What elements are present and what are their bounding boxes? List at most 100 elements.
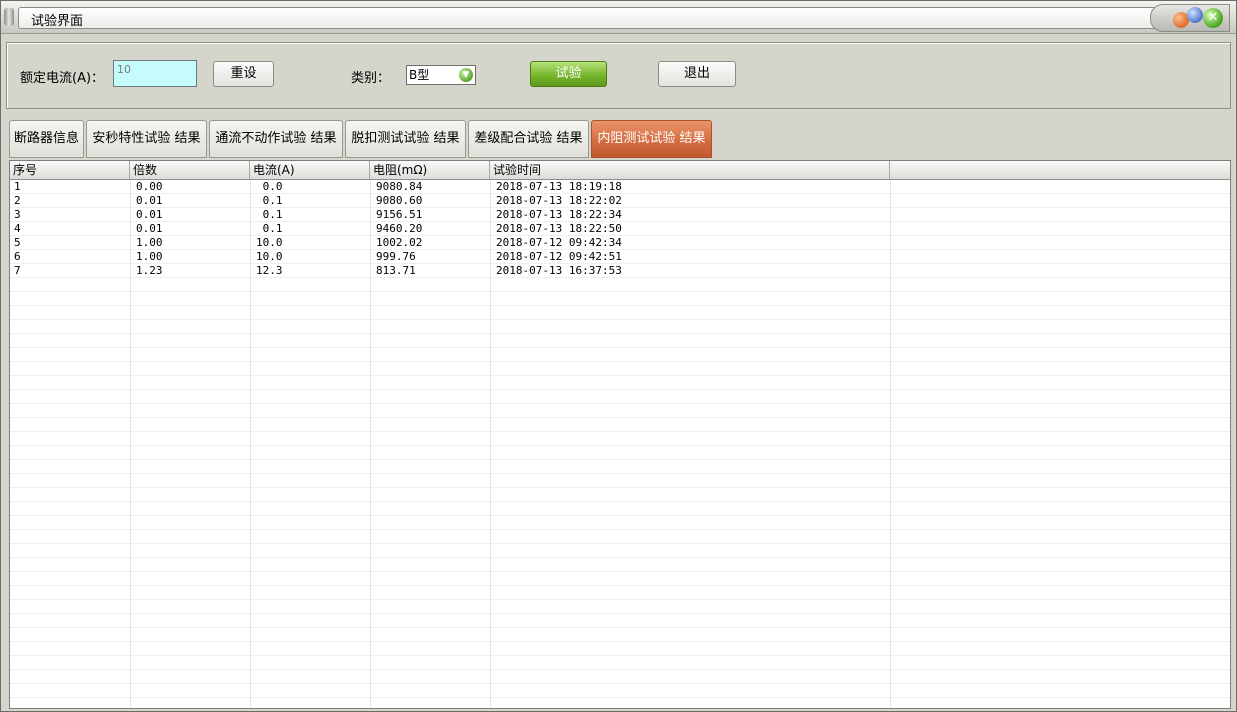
- grid-line: [10, 487, 1230, 488]
- cell-multiple: 1.23: [136, 264, 163, 277]
- grid-line: [10, 417, 1230, 418]
- cell-test-time: 2018-07-13 18:22:34: [496, 208, 622, 221]
- grid-line: [10, 697, 1230, 698]
- exit-button[interactable]: 退出: [658, 61, 736, 87]
- cell-test-time: 2018-07-13 18:22:02: [496, 194, 622, 207]
- grid-line: [10, 389, 1230, 390]
- cell-test-time: 2018-07-13 18:22:50: [496, 222, 622, 235]
- cell-current: 10.0: [256, 236, 283, 249]
- table-row[interactable]: 7 1.23 12.3 813.71 2018-07-13 16:37:53: [10, 264, 1230, 278]
- grid-line: [10, 669, 1230, 670]
- tab-ampere-second-result[interactable]: 安秒特性试验 结果: [86, 120, 207, 158]
- category-value: B型: [409, 68, 430, 82]
- table-row[interactable]: 5 1.00 10.0 1002.02 2018-07-12 09:42:34: [10, 236, 1230, 250]
- grid-line: [10, 641, 1230, 642]
- column-header-current[interactable]: 电流(A): [250, 161, 370, 179]
- tab-internal-resistance-result[interactable]: 内阻测试试验 结果: [591, 120, 712, 158]
- tab-non-operating-result[interactable]: 通流不动作试验 结果: [209, 120, 343, 158]
- grid-line: [10, 305, 1230, 306]
- window-controls: ✕: [1150, 4, 1230, 32]
- cell-multiple: 0.01: [136, 208, 163, 221]
- cell-resistance: 1002.02: [376, 236, 423, 249]
- cell-test-time: 2018-07-13 18:19:18: [496, 180, 622, 193]
- grip-icon: [4, 8, 14, 26]
- grid-line: [10, 459, 1230, 460]
- cell-resistance: 999.76: [376, 250, 416, 263]
- grid-line: [10, 543, 1230, 544]
- cell-multiple: 1.00: [136, 250, 163, 263]
- cell-current: 0.1: [256, 222, 283, 235]
- grid-line: [10, 473, 1230, 474]
- table-row[interactable]: 6 1.00 10.0 999.76 2018-07-12 09:42:51: [10, 250, 1230, 264]
- cell-index: 3: [14, 208, 21, 221]
- cell-resistance: 9080.60: [376, 194, 423, 207]
- grid-line: [10, 347, 1230, 348]
- grid-line: [10, 683, 1230, 684]
- grid-line: [10, 585, 1230, 586]
- grid-line: [10, 515, 1230, 516]
- grid-line: [10, 571, 1230, 572]
- rated-current-label: 额定电流(A)：: [20, 71, 105, 86]
- column-header-resistance[interactable]: 电阻(mΩ): [370, 161, 490, 179]
- table-row[interactable]: 3 0.01 0.1 9156.51 2018-07-13 18:22:34: [10, 208, 1230, 222]
- dropdown-arrow-icon[interactable]: ▼: [459, 68, 473, 82]
- results-table[interactable]: 序号 倍数 电流(A) 电阻(mΩ) 试验时间 1 0.00 0.0 9080.…: [9, 160, 1231, 709]
- grid-line: [10, 501, 1230, 502]
- cell-current: 0.1: [256, 194, 283, 207]
- cell-test-time: 2018-07-12 09:42:51: [496, 250, 622, 263]
- cell-test-time: 2018-07-12 09:42:34: [496, 236, 622, 249]
- cell-resistance: 813.71: [376, 264, 416, 277]
- window-title: 试验界面: [31, 14, 84, 29]
- table-row[interactable]: 2 0.01 0.1 9080.60 2018-07-13 18:22:02: [10, 194, 1230, 208]
- cell-resistance: 9156.51: [376, 208, 423, 221]
- table-row[interactable]: 1 0.00 0.0 9080.84 2018-07-13 18:19:18: [10, 180, 1230, 194]
- grid-line: [10, 445, 1230, 446]
- grid-line: [10, 361, 1230, 362]
- cell-index: 1: [14, 180, 21, 193]
- grid-line: [10, 599, 1230, 600]
- grid-line: [10, 319, 1230, 320]
- title-bar[interactable]: 试验界面 ✕: [1, 1, 1236, 34]
- test-window: 试验界面 ✕ 额定电流(A)： 10 重设 类别： B型 ▼ 试验 退出 断路器…: [0, 0, 1237, 712]
- test-button[interactable]: 试验: [530, 61, 607, 87]
- reset-button[interactable]: 重设: [213, 61, 274, 87]
- cell-multiple: 1.00: [136, 236, 163, 249]
- column-header-test-time[interactable]: 试验时间: [490, 161, 890, 179]
- cell-test-time: 2018-07-13 16:37:53: [496, 264, 622, 277]
- tab-selectivity-result[interactable]: 差级配合试验 结果: [468, 120, 589, 158]
- cell-multiple: 0.01: [136, 194, 163, 207]
- title-field: [18, 7, 1160, 29]
- cell-index: 7: [14, 264, 21, 277]
- grid-line: [10, 403, 1230, 404]
- cell-index: 5: [14, 236, 21, 249]
- grid-line: [10, 655, 1230, 656]
- grid-line: [10, 529, 1230, 530]
- maximize-icon[interactable]: [1187, 7, 1203, 23]
- column-header-multiple[interactable]: 倍数: [130, 161, 250, 179]
- grid-line: [10, 291, 1230, 292]
- cell-index: 4: [14, 222, 21, 235]
- tab-trip-test-result[interactable]: 脱扣测试试验 结果: [345, 120, 466, 158]
- cell-current: 0.1: [256, 208, 283, 221]
- table-row[interactable]: 4 0.01 0.1 9460.20 2018-07-13 18:22:50: [10, 222, 1230, 236]
- cell-resistance: 9460.20: [376, 222, 423, 235]
- column-header-empty: [890, 161, 1230, 179]
- grid-line: [10, 627, 1230, 628]
- cell-current: 12.3: [256, 264, 283, 277]
- close-icon[interactable]: ✕: [1203, 8, 1223, 28]
- grid-line: [10, 333, 1230, 334]
- column-header-index[interactable]: 序号: [10, 161, 130, 179]
- rated-current-input[interactable]: 10: [113, 60, 197, 87]
- grid-line: [10, 613, 1230, 614]
- category-label: 类别：: [351, 71, 391, 86]
- tab-breaker-info[interactable]: 断路器信息: [9, 120, 84, 158]
- cell-multiple: 0.01: [136, 222, 163, 235]
- cell-resistance: 9080.84: [376, 180, 423, 193]
- category-select[interactable]: B型 ▼: [406, 65, 476, 85]
- cell-index: 2: [14, 194, 21, 207]
- cell-index: 6: [14, 250, 21, 263]
- table-header: 序号 倍数 电流(A) 电阻(mΩ) 试验时间: [10, 161, 1230, 180]
- cell-current: 0.0: [256, 180, 283, 193]
- cell-current: 10.0: [256, 250, 283, 263]
- cell-multiple: 0.00: [136, 180, 163, 193]
